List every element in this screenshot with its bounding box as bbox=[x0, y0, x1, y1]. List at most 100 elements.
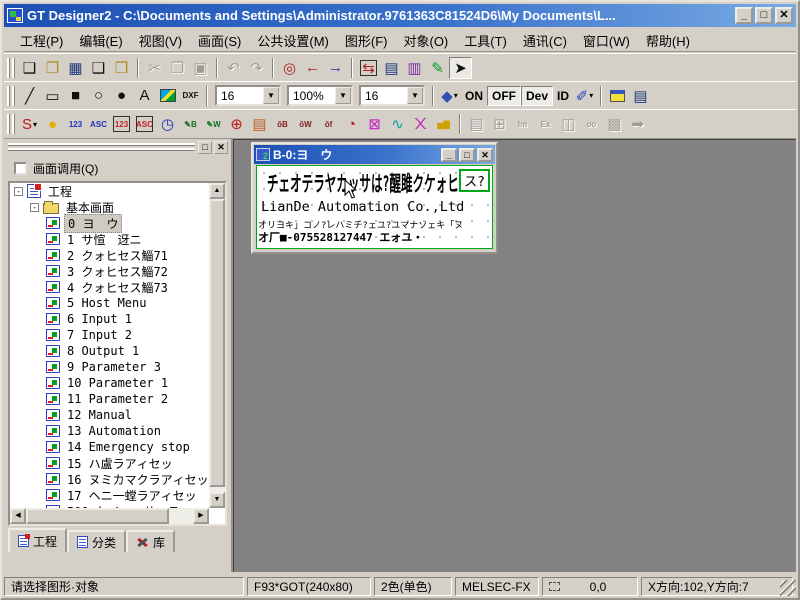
filled-rect-tool-icon[interactable]: ■ bbox=[64, 85, 87, 107]
state-off-toggle[interactable]: OFF bbox=[487, 86, 521, 106]
alarm-history-icon[interactable]: ⊕ bbox=[225, 113, 248, 135]
ellipse-tool-icon[interactable]: ○ bbox=[87, 85, 110, 107]
scroll-down-button[interactable]: ▼ bbox=[209, 492, 225, 508]
menu-item-tools[interactable]: 工具(T) bbox=[456, 29, 515, 52]
menu-item-view[interactable]: 视图(V) bbox=[131, 29, 190, 52]
tree-item-17[interactable]: 17 ヘニ一螳ラアィセッ bbox=[10, 487, 209, 503]
tree-item-15[interactable]: 15 ハ盧ラアィセッ bbox=[10, 455, 209, 471]
tree-item-7[interactable]: 7 Input 2 bbox=[10, 327, 209, 343]
panel-drag-handle[interactable] bbox=[8, 143, 195, 151]
bar-graph-icon[interactable]: ▅▇ bbox=[432, 113, 455, 135]
menu-item-window[interactable]: 窗口(W) bbox=[575, 29, 638, 52]
tree-expander[interactable]: - bbox=[30, 203, 39, 212]
touchkey-bit-icon[interactable]: ŏB bbox=[271, 113, 294, 135]
child-close-button[interactable]: ✕ bbox=[477, 148, 493, 162]
tab-project[interactable]: 工程 bbox=[8, 528, 67, 552]
combo-dropdown-button[interactable]: ▼ bbox=[407, 87, 423, 104]
line-color-icon[interactable]: ✐▾ bbox=[573, 85, 596, 107]
combo-dropdown-button[interactable]: ▼ bbox=[263, 87, 279, 104]
menu-item-screen[interactable]: 画面(S) bbox=[190, 29, 249, 52]
minimize-button[interactable]: _ bbox=[735, 7, 753, 24]
comment-bit-icon[interactable]: ✎B bbox=[179, 113, 202, 135]
save-icon[interactable]: ▦ bbox=[64, 57, 87, 79]
screen-editor-window[interactable]: B-0:ヨ ウ _□✕ チェオテラヤカッサは?醒雎クケォヒセ ス? LianDe… bbox=[251, 142, 498, 254]
menu-item-comm[interactable]: 通讯(C) bbox=[515, 29, 575, 52]
property-sheet-icon[interactable]: ▤ bbox=[629, 85, 652, 107]
canvas-heading-text[interactable]: チェオテラヤカッサは?醒雎クケォヒセ bbox=[267, 168, 470, 198]
child-maximize-button[interactable]: □ bbox=[459, 148, 475, 162]
comment-word-icon[interactable]: ✎W bbox=[202, 113, 225, 135]
preview-icon[interactable]: ◎ bbox=[278, 57, 301, 79]
resize-grip[interactable] bbox=[780, 580, 796, 596]
tab-category[interactable]: 分类 bbox=[67, 530, 126, 552]
menu-item-edit[interactable]: 编辑(E) bbox=[71, 29, 130, 52]
dropdown-arrow-icon[interactable]: ▾ bbox=[589, 91, 593, 100]
horizontal-scroll-thumb[interactable] bbox=[26, 508, 169, 524]
rect-tool-icon[interactable]: ▭ bbox=[41, 85, 64, 107]
tree-item-1[interactable]: 1 サ愃 迓ニ bbox=[10, 231, 209, 247]
menu-item-project[interactable]: 工程(P) bbox=[12, 29, 71, 52]
screen-call-checkbox[interactable] bbox=[14, 162, 27, 175]
menu-item-common[interactable]: 公共设置(M) bbox=[249, 29, 337, 52]
line-tool-icon[interactable]: ╱ bbox=[18, 85, 41, 107]
title-bar[interactable]: GT Designer2 - C:\Documents and Settings… bbox=[4, 4, 796, 27]
scroll-left-button[interactable]: ◀ bbox=[10, 508, 26, 524]
lamp-icon[interactable]: ● bbox=[41, 113, 64, 135]
window-preview-icon[interactable] bbox=[606, 85, 629, 107]
screen-property-icon[interactable]: ❑ bbox=[87, 57, 110, 79]
line-graph-icon[interactable]: ᙭ bbox=[409, 113, 432, 135]
touchkey-word-icon[interactable]: ŏW bbox=[294, 113, 317, 135]
maximize-button[interactable]: □ bbox=[755, 7, 773, 24]
previous-screen-icon[interactable]: ← bbox=[301, 57, 324, 79]
mdi-canvas[interactable]: B-0:ヨ ウ _□✕ チェオテラヤカッサは?醒雎クケォヒセ ス? LianDe… bbox=[233, 139, 796, 572]
new-icon[interactable]: ❏ bbox=[18, 57, 41, 79]
ascii-display-icon[interactable]: ASC bbox=[87, 113, 110, 135]
panel-maximize-button[interactable]: □ bbox=[198, 141, 212, 154]
touchkey-func-icon[interactable]: ŏf bbox=[317, 113, 340, 135]
image-tool-icon[interactable] bbox=[156, 85, 179, 107]
switch-icon[interactable]: S▾ bbox=[18, 113, 41, 135]
tree-item-13[interactable]: 13 Automation bbox=[10, 423, 209, 439]
text-tool-icon[interactable]: A bbox=[133, 85, 156, 107]
tree-expander[interactable]: - bbox=[14, 187, 23, 196]
canvas-phone-text[interactable]: オ厂■-075528127447 エォユ・ bbox=[258, 229, 423, 245]
vertical-scroll-thumb[interactable] bbox=[209, 199, 225, 487]
data-view-icon[interactable]: ▤ bbox=[380, 57, 403, 79]
toolbar-grip[interactable] bbox=[7, 86, 15, 106]
parts-display-icon[interactable]: ⊠ bbox=[363, 113, 386, 135]
screen-canvas[interactable]: チェオテラヤカッサは?醒雎クケォヒセ ス? LianDe Automation … bbox=[256, 165, 493, 249]
menu-item-object[interactable]: 对象(O) bbox=[395, 29, 456, 52]
tree-item-14[interactable]: 14 Emergency stop bbox=[10, 439, 209, 455]
state-on-toggle[interactable]: ON bbox=[461, 86, 487, 106]
id-toggle[interactable]: ID bbox=[553, 86, 573, 106]
scroll-right-button[interactable]: ▶ bbox=[193, 508, 209, 524]
dropdown-arrow-icon[interactable]: ▾ bbox=[33, 120, 37, 129]
zoom-combo[interactable]: 100%▼ bbox=[287, 85, 353, 106]
screen-transition-icon[interactable]: ⇆ bbox=[357, 57, 380, 79]
open-icon[interactable]: ❐ bbox=[41, 57, 64, 79]
text-size-combo[interactable]: 16▼ bbox=[215, 85, 281, 106]
combo-dropdown-button[interactable]: ▼ bbox=[335, 87, 351, 104]
canvas-company-text[interactable]: LianDe Automation Co.,Ltd bbox=[261, 199, 464, 215]
tree-item-5[interactable]: 5 Host Menu bbox=[10, 295, 209, 311]
dxf-import-icon[interactable]: DXF bbox=[179, 85, 202, 107]
next-screen-icon[interactable]: → bbox=[324, 57, 347, 79]
tree-item-10[interactable]: 10 Parameter 1 bbox=[10, 375, 209, 391]
clock-display-icon[interactable]: ◷ bbox=[156, 113, 179, 135]
tree-item-6[interactable]: 6 Input 1 bbox=[10, 311, 209, 327]
canvas-corner-box[interactable]: ス? bbox=[459, 169, 490, 192]
menu-item-help[interactable]: 帮助(H) bbox=[638, 29, 698, 52]
cascade-screens-icon[interactable]: ▥ bbox=[403, 57, 426, 79]
tree-item-3[interactable]: 3 クォヒセス鯔72 bbox=[10, 263, 209, 279]
panel-close-button[interactable]: ✕ bbox=[214, 141, 228, 154]
tree-item-node-0[interactable]: -工程 bbox=[10, 183, 209, 199]
scroll-up-button[interactable]: ▲ bbox=[209, 183, 225, 199]
numeric-display-icon[interactable]: 123 bbox=[64, 113, 87, 135]
tree-item-2[interactable]: 2 クォヒセス鯔71 bbox=[10, 247, 209, 263]
screen-copy-icon[interactable]: ❒ bbox=[110, 57, 133, 79]
alarm-list-icon[interactable]: ▤ bbox=[248, 113, 271, 135]
select-arrow-icon[interactable]: ➤ bbox=[449, 57, 472, 79]
dropdown-arrow-icon[interactable]: ▾ bbox=[454, 91, 458, 100]
tree-vertical-scrollbar[interactable]: ▲ ▼ bbox=[209, 183, 225, 508]
pen-icon[interactable]: ✎ bbox=[426, 57, 449, 79]
